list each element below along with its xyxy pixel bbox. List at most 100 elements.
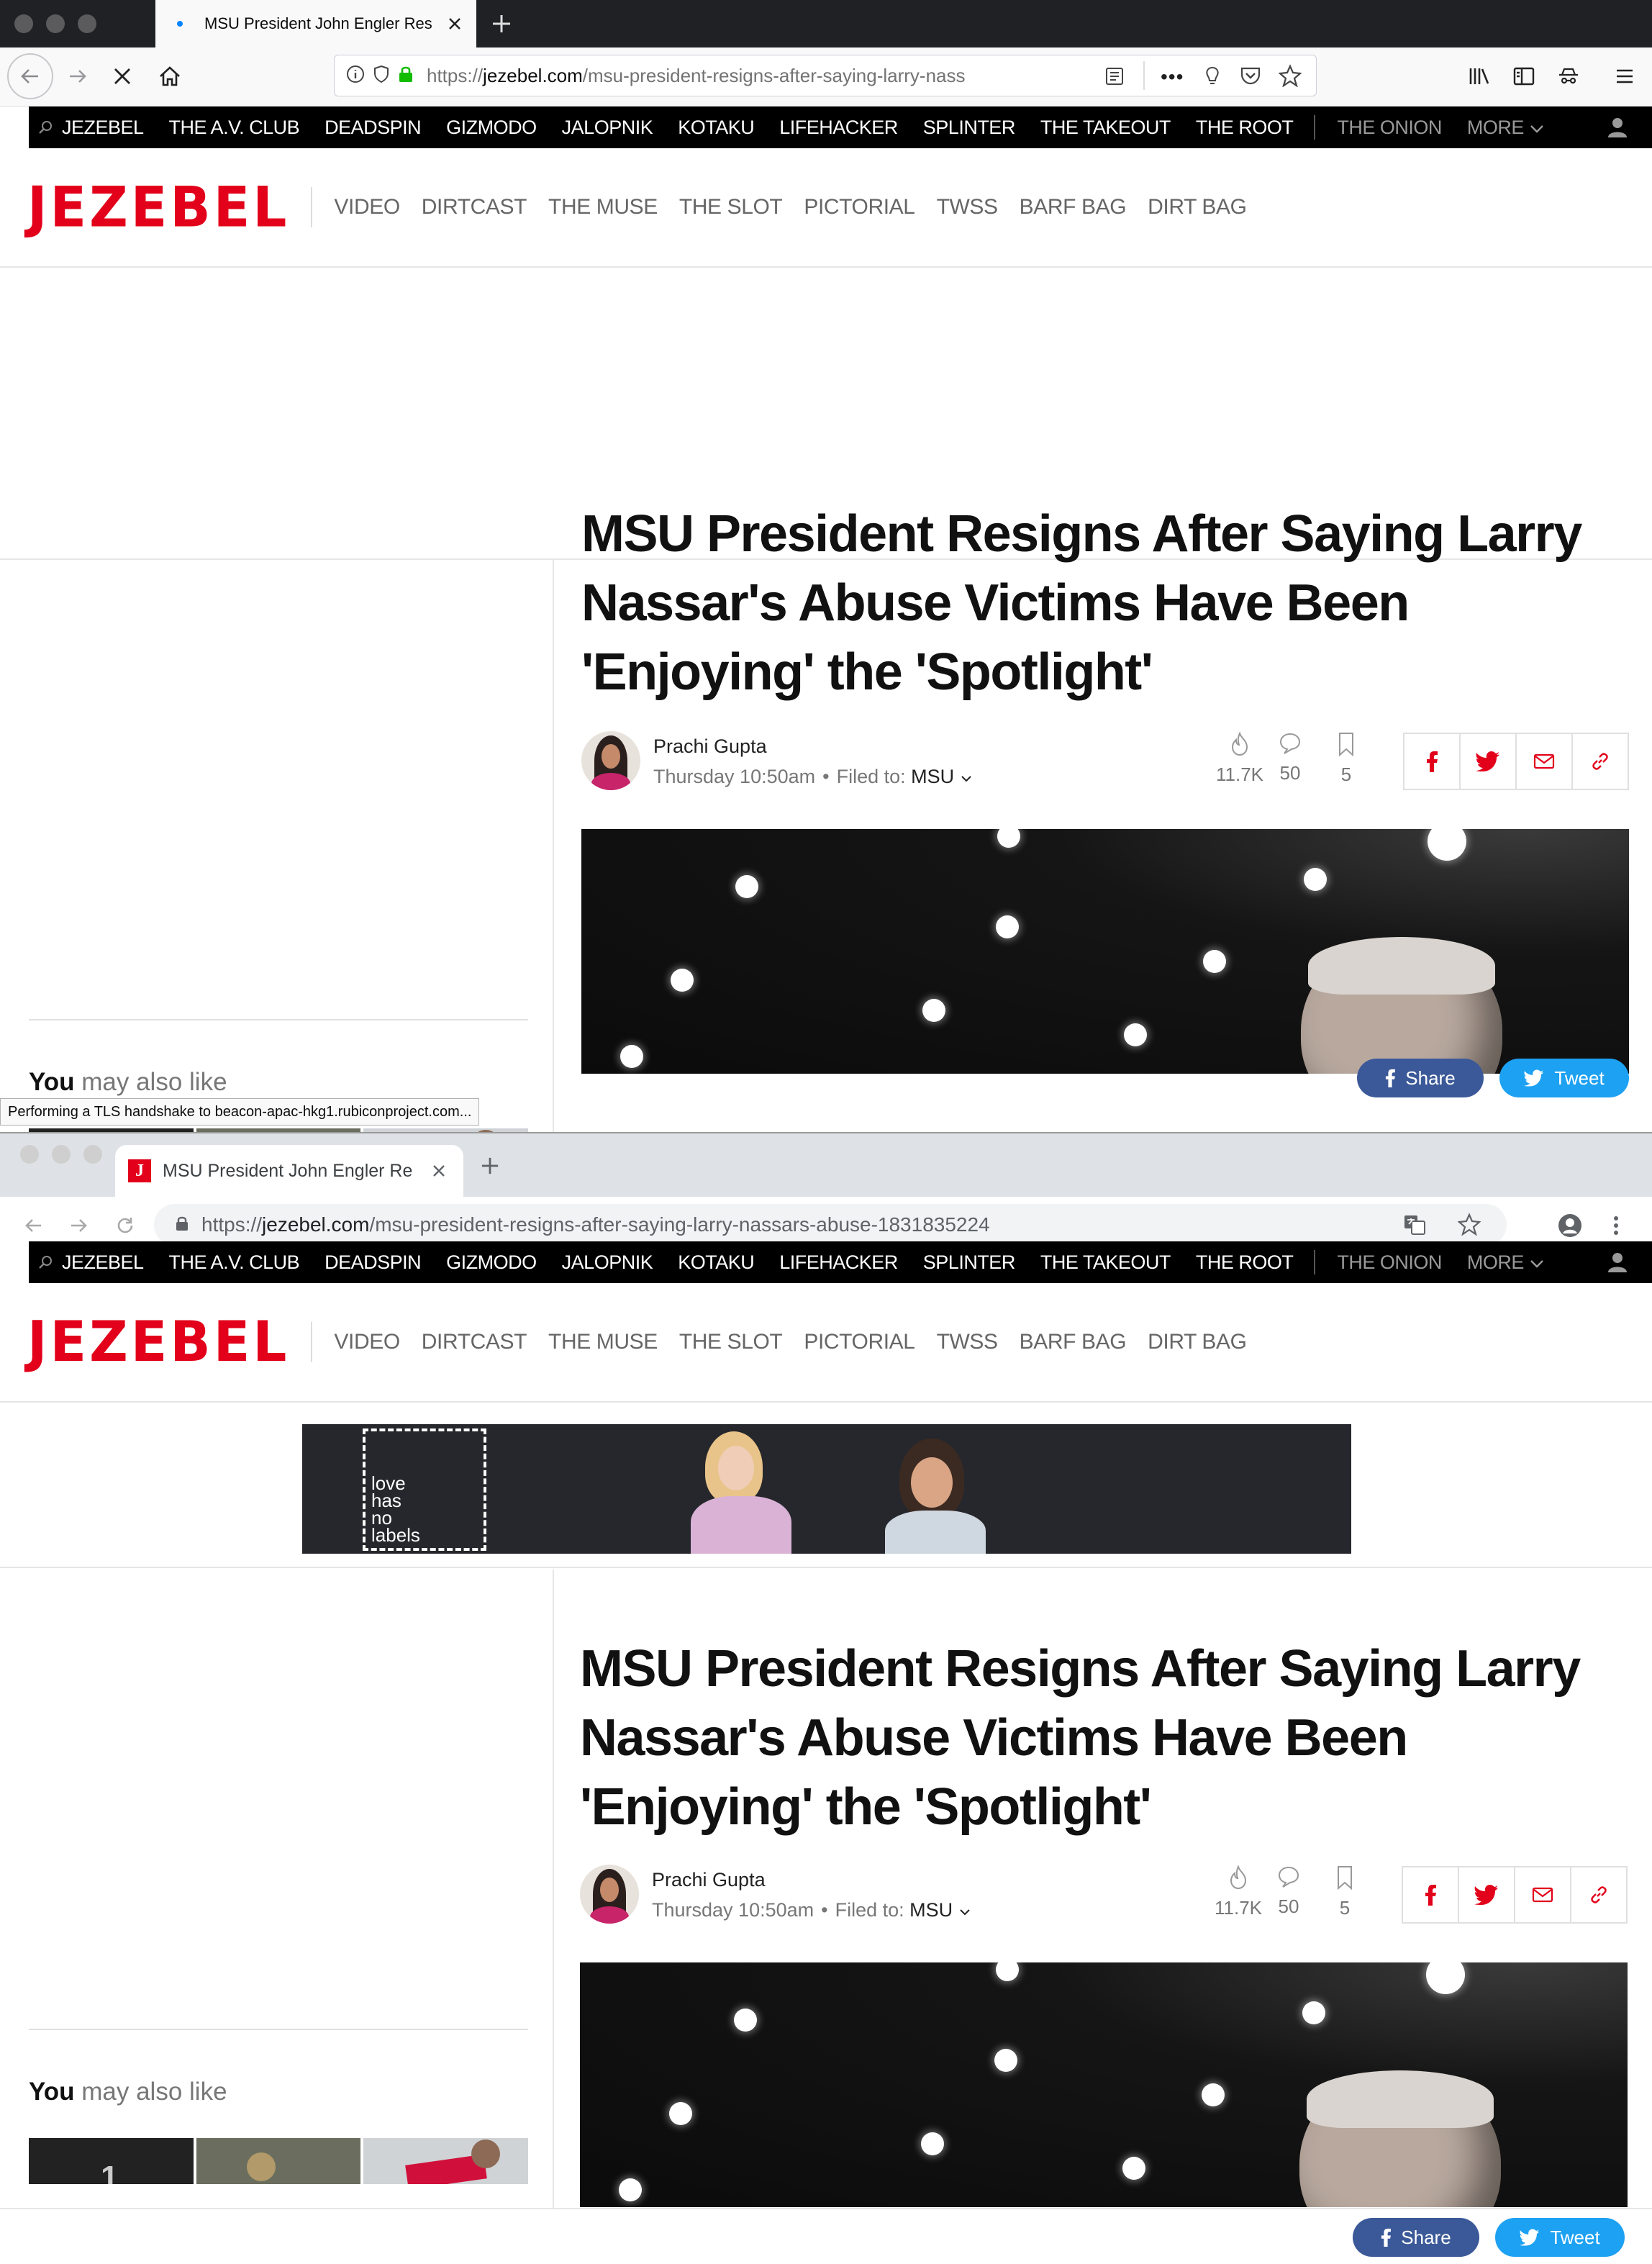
author-name[interactable]: Prachi Gupta: [653, 735, 767, 758]
subnav-the-muse[interactable]: THE MUSE: [548, 195, 658, 219]
user-account-icon[interactable]: [1606, 116, 1629, 142]
sticky-tweet-button[interactable]: Tweet: [1495, 2218, 1625, 2257]
network-more-menu[interactable]: MORE: [1467, 1251, 1545, 1274]
back-arrow-icon[interactable]: [7, 53, 53, 99]
copy-link-icon[interactable]: [1571, 1867, 1626, 1922]
subnav-pictorial[interactable]: PICTORIAL: [804, 1330, 915, 1354]
ff-address-bar[interactable]: https://jezebel.com/msu-president-resign…: [334, 55, 1317, 96]
sticky-share-button[interactable]: Share: [1353, 2218, 1479, 2257]
subnav-dirt-bag[interactable]: DIRT BAG: [1148, 195, 1247, 219]
network-link-deadspin[interactable]: DEADSPIN: [324, 1251, 422, 1274]
new-tab-plus-icon[interactable]: [475, 1151, 505, 1181]
network-link-jalopnik[interactable]: JALOPNIK: [562, 117, 653, 139]
page-actions-icon[interactable]: •••: [1161, 65, 1184, 89]
profile-avatar-icon[interactable]: [1556, 1211, 1584, 1240]
home-icon[interactable]: [154, 62, 186, 91]
comments-stat[interactable]: 50: [1265, 731, 1315, 784]
subnav-twss[interactable]: TWSS: [937, 195, 998, 219]
network-link-lifehacker[interactable]: LIFEHACKER: [779, 117, 898, 139]
minimize-window-icon[interactable]: [52, 1145, 71, 1164]
kebab-menu-icon[interactable]: [1602, 1211, 1630, 1240]
subnav-dirtcast[interactable]: DIRTCAST: [422, 1330, 527, 1354]
twitter-share-icon[interactable]: [1459, 1867, 1515, 1922]
network-link-takeout[interactable]: THE TAKEOUT: [1040, 117, 1171, 139]
back-arrow-icon[interactable]: [19, 1211, 47, 1240]
saves-stat[interactable]: 5: [1320, 1865, 1370, 1919]
network-link-root[interactable]: THE ROOT: [1196, 117, 1294, 139]
network-link-gizmodo[interactable]: GIZMODO: [446, 1251, 537, 1274]
network-link-onion[interactable]: THE ONION: [1337, 117, 1442, 139]
ch-active-tab[interactable]: J MSU President John Engler Re: [115, 1145, 463, 1197]
network-link-avclub[interactable]: THE A.V. CLUB: [169, 1251, 300, 1274]
recommended-thumb[interactable]: [363, 2138, 529, 2184]
secure-lock-icon[interactable]: [398, 65, 414, 87]
author-avatar[interactable]: [580, 1865, 639, 1924]
sidebar-toggle-icon[interactable]: [1510, 62, 1538, 91]
subnav-the-muse[interactable]: THE MUSE: [548, 1330, 658, 1354]
facebook-share-icon[interactable]: [1403, 1867, 1459, 1922]
recommended-thumb[interactable]: [196, 2138, 361, 2184]
network-link-takeout[interactable]: THE TAKEOUT: [1040, 1251, 1171, 1274]
author-name[interactable]: Prachi Gupta: [652, 1869, 766, 1891]
close-tab-icon[interactable]: [427, 1159, 450, 1182]
network-link-avclub[interactable]: THE A.V. CLUB: [169, 117, 300, 139]
info-icon[interactable]: [346, 65, 365, 87]
filed-to-tag[interactable]: MSU: [911, 766, 954, 787]
new-tab-plus-icon[interactable]: [486, 9, 517, 39]
sticky-tweet-button[interactable]: Tweet: [1499, 1059, 1629, 1097]
subnav-the-slot[interactable]: THE SLOT: [679, 195, 783, 219]
sticky-share-button[interactable]: Share: [1357, 1059, 1484, 1097]
ff-active-tab[interactable]: MSU President John Engler Res: [155, 0, 476, 47]
pocket-icon[interactable]: [1240, 65, 1261, 89]
zoom-window-icon[interactable]: [83, 1145, 102, 1164]
jezebel-logo[interactable]: JEZEBEL: [27, 1310, 289, 1375]
close-tab-icon[interactable]: [443, 12, 466, 35]
network-link-jalopnik[interactable]: JALOPNIK: [562, 1251, 653, 1274]
twitter-share-icon[interactable]: [1461, 734, 1517, 789]
subnav-pictorial[interactable]: PICTORIAL: [804, 195, 915, 219]
user-account-icon[interactable]: [1606, 1251, 1629, 1277]
network-link-jezebel[interactable]: JEZEBEL: [62, 1251, 144, 1274]
bookmark-star-icon[interactable]: [1278, 64, 1302, 91]
network-link-root[interactable]: THE ROOT: [1196, 1251, 1294, 1274]
network-link-gizmodo[interactable]: GIZMODO: [446, 117, 537, 139]
close-window-icon[interactable]: [20, 1145, 39, 1164]
network-link-deadspin[interactable]: DEADSPIN: [324, 117, 422, 139]
author-avatar[interactable]: [581, 731, 640, 790]
reload-icon[interactable]: [111, 1211, 140, 1240]
private-mask-icon[interactable]: [1554, 62, 1583, 91]
network-link-kotaku[interactable]: KOTAKU: [678, 117, 755, 139]
subnav-video[interactable]: VIDEO: [334, 1330, 400, 1354]
subnav-dirt-bag[interactable]: DIRT BAG: [1148, 1330, 1247, 1354]
ch-address-bar[interactable]: https://jezebel.com/msu-president-resign…: [154, 1204, 1507, 1246]
email-share-icon[interactable]: [1517, 734, 1573, 789]
secure-lock-icon[interactable]: [176, 1215, 189, 1235]
network-search-icon[interactable]: [29, 119, 62, 135]
saves-stat[interactable]: 5: [1321, 731, 1371, 786]
forward-arrow-icon[interactable]: [63, 62, 92, 91]
filed-to-tag[interactable]: MSU: [909, 1899, 953, 1921]
stop-loading-icon[interactable]: [108, 62, 137, 91]
translate-icon[interactable]: [1403, 1214, 1426, 1239]
subnav-twss[interactable]: TWSS: [937, 1330, 998, 1354]
comments-stat[interactable]: 50: [1263, 1865, 1314, 1918]
close-window-icon[interactable]: [14, 14, 33, 33]
library-icon[interactable]: [1465, 62, 1494, 91]
network-search-icon[interactable]: [29, 1254, 62, 1270]
email-share-icon[interactable]: [1515, 1867, 1571, 1922]
network-link-kotaku[interactable]: KOTAKU: [678, 1251, 755, 1274]
subnav-barf-bag[interactable]: BARF BAG: [1020, 1330, 1127, 1354]
lightbulb-icon[interactable]: [1204, 65, 1221, 91]
network-link-onion[interactable]: THE ONION: [1337, 1251, 1442, 1274]
tracking-shield-icon[interactable]: [373, 65, 389, 87]
network-more-menu[interactable]: MORE: [1467, 117, 1545, 139]
network-link-lifehacker[interactable]: LIFEHACKER: [779, 1251, 898, 1274]
recommended-thumb[interactable]: 1: [29, 2138, 194, 2184]
network-link-jezebel[interactable]: JEZEBEL: [62, 117, 144, 139]
facebook-share-icon[interactable]: [1404, 734, 1461, 789]
minimize-window-icon[interactable]: [46, 14, 65, 33]
network-link-splinter[interactable]: SPLINTER: [923, 1251, 1016, 1274]
jezebel-logo[interactable]: JEZEBEL: [27, 175, 289, 240]
forward-arrow-icon[interactable]: [65, 1211, 94, 1240]
copy-link-icon[interactable]: [1573, 734, 1628, 789]
